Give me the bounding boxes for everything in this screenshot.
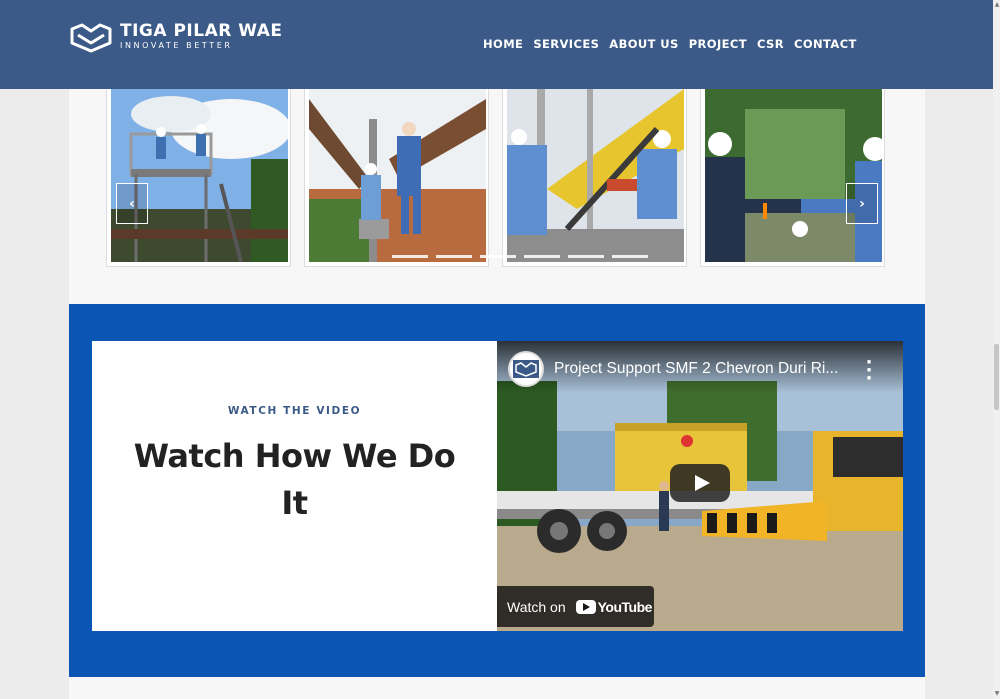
play-button[interactable] bbox=[670, 464, 730, 502]
carousel-dot[interactable] bbox=[436, 255, 472, 258]
next-section-edge bbox=[69, 677, 925, 699]
gallery-slide[interactable] bbox=[700, 89, 885, 267]
gallery-slide[interactable] bbox=[502, 89, 687, 267]
channel-avatar[interactable] bbox=[508, 351, 544, 387]
carousel-dot[interactable] bbox=[568, 255, 604, 258]
logo-name: TIGA PILAR WAE bbox=[120, 21, 283, 41]
nav-services[interactable]: SERVICES bbox=[533, 37, 599, 51]
carousel-next-button[interactable]: › bbox=[846, 183, 878, 224]
site-logo[interactable]: TIGA PILAR WAE INNOVATE BETTER bbox=[70, 21, 283, 53]
scroll-up-arrow-icon[interactable]: ▲ bbox=[994, 2, 1000, 8]
watch-on-label: Watch on bbox=[507, 598, 566, 615]
nav-home[interactable]: HOME bbox=[483, 37, 523, 51]
more-options-icon[interactable]: · · · bbox=[861, 354, 877, 388]
main-nav: HOME SERVICES ABOUT US PROJECT CSR CONTA… bbox=[483, 37, 857, 51]
gallery-slide[interactable] bbox=[106, 89, 291, 267]
logo-tagline: INNOVATE BETTER bbox=[120, 41, 233, 50]
scrollbar-thumb[interactable] bbox=[994, 344, 999, 410]
video-text-card: WATCH THE VIDEO Watch How We Do It bbox=[92, 341, 497, 631]
carousel-dot[interactable] bbox=[392, 255, 428, 258]
carousel-pagination bbox=[392, 255, 648, 258]
nav-contact[interactable]: CONTACT bbox=[794, 37, 857, 51]
section-title: Watch How We Do It bbox=[133, 437, 456, 522]
logo-text: TIGA PILAR WAE INNOVATE BETTER bbox=[120, 22, 283, 52]
carousel-dot[interactable] bbox=[612, 255, 648, 258]
youtube-video-player[interactable]: Project Support SMF 2 Chevron Duri Ri...… bbox=[497, 341, 903, 631]
carousel-prev-button[interactable]: ‹ bbox=[116, 183, 148, 224]
gallery-photo-scaffold bbox=[111, 89, 288, 262]
youtube-logo: YouTube bbox=[575, 598, 653, 615]
watch-on-youtube-button[interactable]: Watch on YouTube bbox=[497, 586, 654, 627]
site-header: TIGA PILAR WAE INNOVATE BETTER HOME SERV… bbox=[0, 0, 993, 89]
project-gallery-carousel: ‹ › bbox=[106, 89, 890, 267]
video-title[interactable]: Project Support SMF 2 Chevron Duri Ri... bbox=[554, 360, 854, 378]
nav-csr[interactable]: CSR bbox=[757, 37, 784, 51]
carousel-dot[interactable] bbox=[480, 255, 516, 258]
youtube-wordmark: YouTube bbox=[597, 598, 653, 615]
carousel-dot[interactable] bbox=[524, 255, 560, 258]
channel-logo-icon bbox=[513, 360, 539, 378]
gallery-photo-handshake bbox=[705, 89, 882, 262]
tiga-pilar-logo-icon bbox=[70, 23, 112, 53]
youtube-play-icon bbox=[575, 599, 596, 614]
section-eyebrow: WATCH THE VIDEO bbox=[227, 405, 362, 417]
gallery-photo-valve bbox=[309, 89, 486, 262]
scroll-down-arrow-icon[interactable]: ▼ bbox=[994, 691, 1000, 697]
nav-about-us[interactable]: ABOUT US bbox=[609, 37, 678, 51]
nav-project[interactable]: PROJECT bbox=[689, 37, 747, 51]
gallery-photo-yellow-pipe bbox=[507, 89, 684, 262]
gallery-slide[interactable] bbox=[304, 89, 489, 267]
